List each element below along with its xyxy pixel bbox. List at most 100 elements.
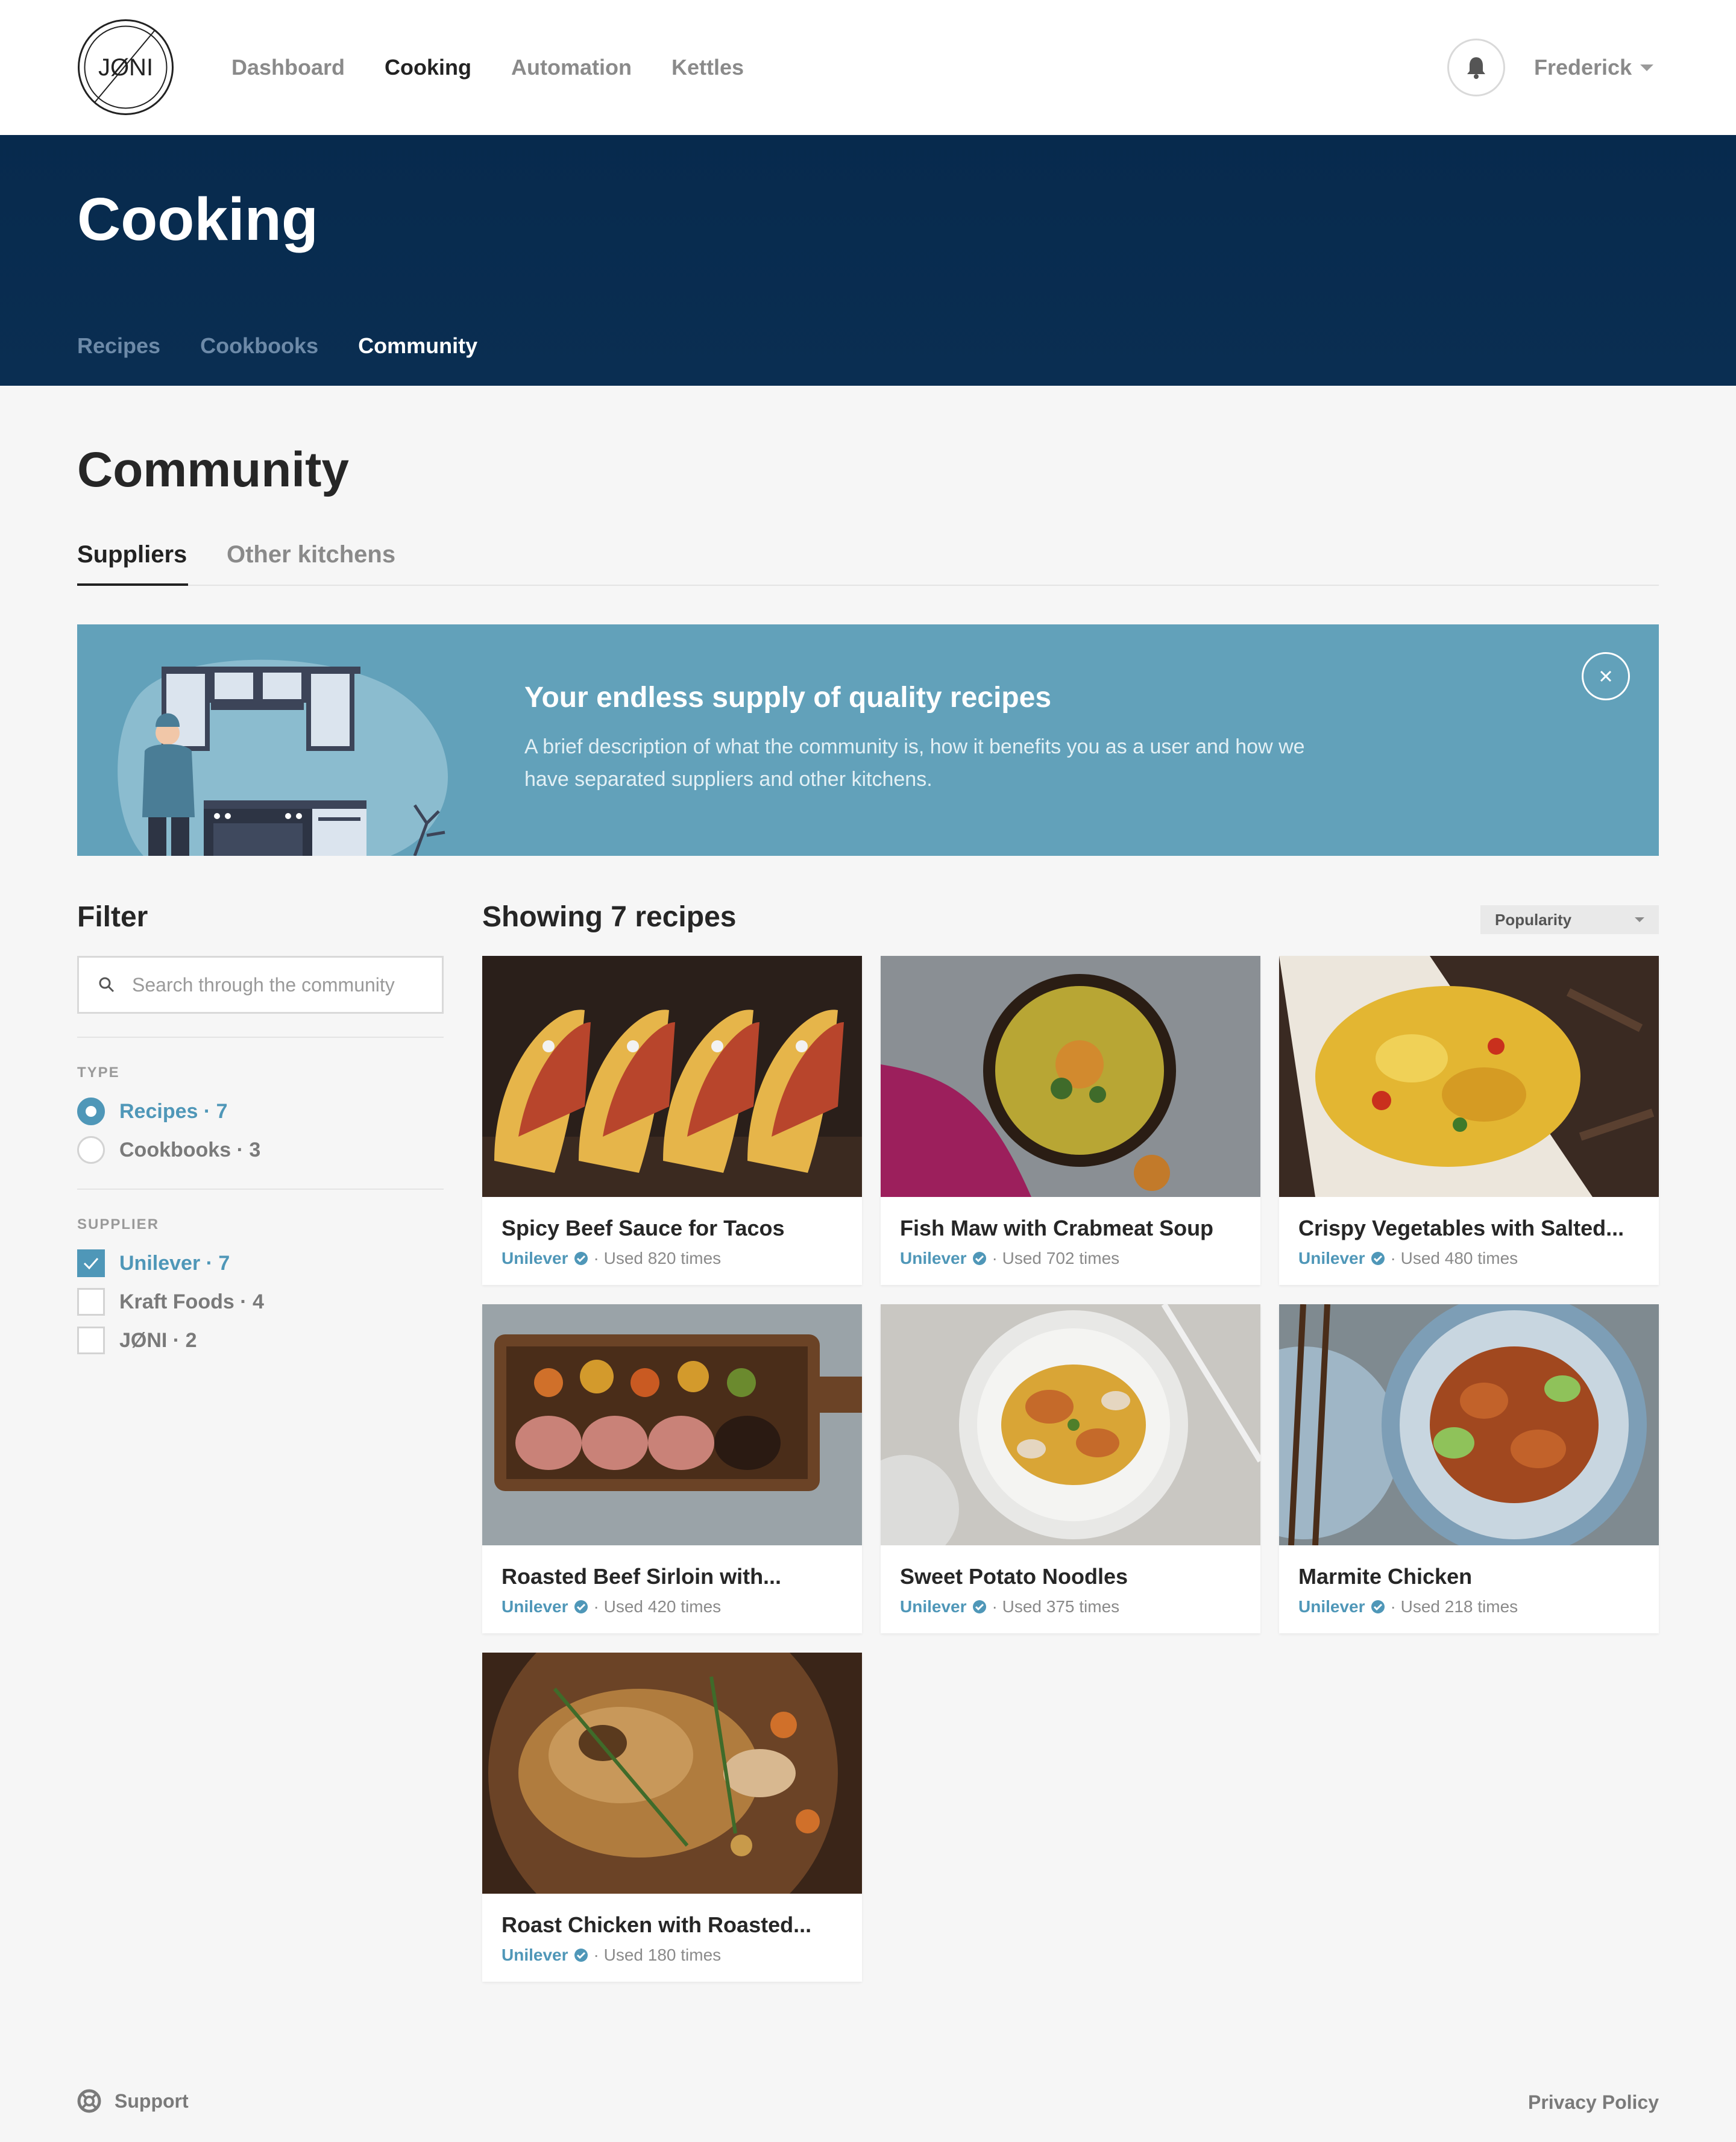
usage-text: Used 180 times <box>603 1946 722 1964</box>
recipe-card[interactable]: Marmite Chicken Unilever · Used 218 time… <box>1279 1304 1659 1633</box>
supplier-name[interactable]: Unilever <box>1298 1596 1365 1618</box>
usage-count: · Used 180 times <box>593 1946 722 1964</box>
subnav-community[interactable]: Community <box>358 331 477 360</box>
divider <box>77 1189 444 1190</box>
recipe-title: Spicy Beef Sauce for Tacos <box>502 1216 785 1240</box>
usage-count: · Used 218 times <box>1390 1597 1518 1616</box>
sort-select[interactable]: Popularity <box>1480 905 1659 934</box>
supplier-option-kraft-foods[interactable]: Kraft Foods · 4 <box>77 1287 264 1316</box>
community-tabs: Suppliers Other kitchens <box>77 530 1659 586</box>
type-option-cookbooks[interactable]: Cookbooks · 3 <box>77 1135 260 1164</box>
recipe-title: Marmite Chicken <box>1298 1564 1473 1589</box>
banner-description: A brief description of what the communit… <box>524 735 1305 791</box>
usage-text: Used 375 times <box>1002 1597 1120 1616</box>
tab-suppliers[interactable]: Suppliers <box>77 530 187 579</box>
recipe-card[interactable]: Crispy Vegetables with Salted... Unileve… <box>1279 956 1659 1285</box>
checkbox-checked[interactable] <box>77 1249 105 1277</box>
search-placeholder: Search through the community <box>132 973 395 996</box>
supplier-option-label: JØNI · 2 <box>119 1328 197 1352</box>
close-icon <box>1600 670 1612 682</box>
nav-dashboard[interactable]: Dashboard <box>231 51 345 84</box>
type-option-recipes[interactable]: Recipes · 7 <box>77 1097 228 1126</box>
type-group-label: TYPE <box>77 1064 120 1081</box>
tab-other-kitchens[interactable]: Other kitchens <box>227 530 395 579</box>
nav-cooking[interactable]: Cooking <box>385 51 471 84</box>
joni-logo[interactable]: JØNI <box>77 18 175 116</box>
supplier-name[interactable]: Unilever <box>502 1596 568 1618</box>
recipe-image-crispy-vegetables <box>1279 956 1659 1197</box>
recipe-meta: Unilever · Used 480 times <box>1298 1248 1518 1269</box>
type-option-label: Cookbooks · 3 <box>119 1138 261 1161</box>
sort-value: Popularity <box>1495 910 1572 929</box>
verified-icon <box>972 1600 986 1613</box>
recipe-title: Sweet Potato Noodles <box>900 1564 1128 1589</box>
recipe-image-roast-chicken <box>482 1653 862 1894</box>
supplier-option-joni[interactable]: JØNI · 2 <box>77 1326 197 1355</box>
recipe-image-soup <box>881 956 1260 1197</box>
supplier-option-label: Kraft Foods · 4 <box>119 1290 264 1313</box>
recipe-meta: Unilever · Used 180 times <box>502 1944 721 1966</box>
notifications-button[interactable] <box>1447 39 1505 96</box>
divider <box>77 1037 444 1038</box>
usage-text: Used 820 times <box>603 1249 722 1267</box>
support-link[interactable]: Support <box>77 2089 189 2113</box>
recipe-card[interactable]: Roasted Beef Sirloin with... Unilever · … <box>482 1304 862 1633</box>
usage-count: · Used 702 times <box>992 1249 1120 1267</box>
community-search-input[interactable]: Search through the community <box>77 956 444 1014</box>
recipe-title: Roast Chicken with Roasted... <box>502 1912 812 1937</box>
verified-icon <box>574 1949 588 1962</box>
nav-kettles[interactable]: Kettles <box>671 51 744 84</box>
close-banner-button[interactable] <box>1582 652 1630 700</box>
supplier-option-unilever[interactable]: Unilever · 7 <box>77 1249 230 1278</box>
verified-icon <box>972 1252 986 1265</box>
svg-text:JØNI: JØNI <box>98 54 153 81</box>
recipe-image-marmite-chicken <box>1279 1304 1659 1545</box>
recipe-image-beef-sirloin <box>482 1304 862 1545</box>
recipe-card[interactable]: Roast Chicken with Roasted... Unilever ·… <box>482 1653 862 1982</box>
recipe-title: Fish Maw with Crabmeat Soup <box>900 1216 1214 1240</box>
chevron-down-icon <box>1640 64 1654 71</box>
checkmark-icon <box>83 1258 99 1270</box>
recipe-title: Crispy Vegetables with Salted... <box>1298 1216 1624 1240</box>
search-icon <box>99 977 115 993</box>
usage-count: · Used 820 times <box>593 1249 722 1267</box>
supplier-name[interactable]: Unilever <box>1298 1248 1365 1269</box>
supplier-group-label: SUPPLIER <box>77 1216 160 1233</box>
info-banner: Your endless supply of quality recipes A… <box>77 624 1659 856</box>
nav-automation[interactable]: Automation <box>511 51 632 84</box>
recipe-image-sweet-potato-noodles <box>881 1304 1260 1545</box>
filter-title: Filter <box>77 901 148 933</box>
verified-icon <box>574 1600 588 1613</box>
usage-text: Used 480 times <box>1400 1249 1518 1267</box>
usage-text: Used 420 times <box>603 1597 722 1616</box>
subnav-recipes[interactable]: Recipes <box>77 331 160 360</box>
verified-icon <box>1371 1600 1385 1613</box>
recipe-meta: Unilever · Used 375 times <box>900 1596 1119 1618</box>
radio-unselected[interactable] <box>77 1136 105 1164</box>
recipe-meta: Unilever · Used 702 times <box>900 1248 1119 1269</box>
usage-text: Used 702 times <box>1002 1249 1120 1267</box>
privacy-policy-link[interactable]: Privacy Policy <box>1528 2091 1659 2114</box>
recipe-card[interactable]: Fish Maw with Crabmeat Soup Unilever · U… <box>881 956 1260 1285</box>
supplier-name[interactable]: Unilever <box>502 1248 568 1269</box>
recipe-title: Roasted Beef Sirloin with... <box>502 1564 782 1589</box>
recipe-image-tacos <box>482 956 862 1197</box>
checkbox-unchecked[interactable] <box>77 1327 105 1354</box>
supplier-name[interactable]: Unilever <box>900 1248 967 1269</box>
supplier-name[interactable]: Unilever <box>502 1944 568 1966</box>
chevron-down-icon <box>1635 917 1644 922</box>
verified-icon <box>1371 1252 1385 1265</box>
type-option-label: Recipes · 7 <box>119 1099 228 1123</box>
recipe-card[interactable]: Spicy Beef Sauce for Tacos Unilever · Us… <box>482 956 862 1285</box>
user-menu[interactable]: Frederick <box>1534 51 1654 84</box>
checkbox-unchecked[interactable] <box>77 1288 105 1316</box>
main-nav: Dashboard Cooking Automation Kettles <box>231 51 744 84</box>
usage-count: · Used 420 times <box>593 1597 722 1616</box>
recipe-meta: Unilever · Used 218 times <box>1298 1596 1518 1618</box>
supplier-name[interactable]: Unilever <box>900 1596 967 1618</box>
recipe-card[interactable]: Sweet Potato Noodles Unilever · Used 375… <box>881 1304 1260 1633</box>
usage-text: Used 218 times <box>1400 1597 1518 1616</box>
subnav-cookbooks[interactable]: Cookbooks <box>200 331 318 360</box>
radio-selected[interactable] <box>77 1098 105 1125</box>
support-label: Support <box>115 2090 189 2112</box>
